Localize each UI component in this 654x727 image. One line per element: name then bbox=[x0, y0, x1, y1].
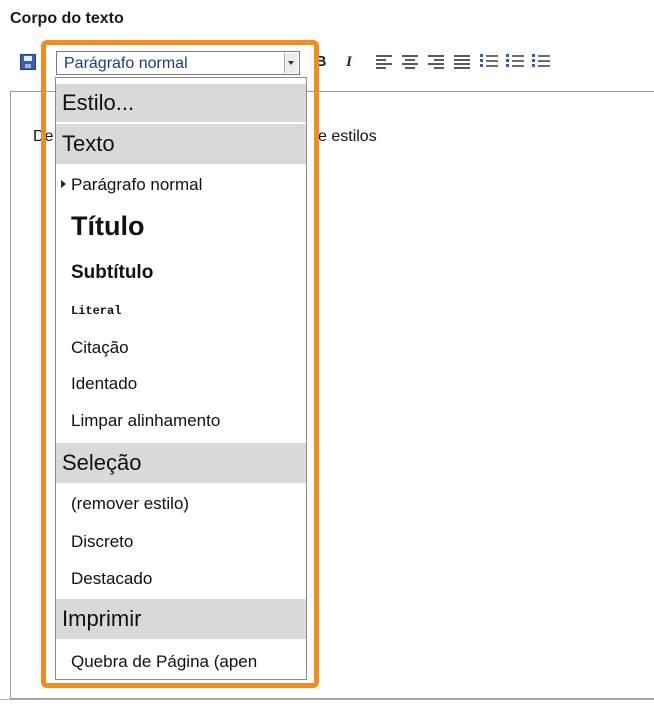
field-label: Corpo do texto bbox=[10, 10, 124, 27]
bulleted-list-icon[interactable] bbox=[480, 54, 498, 69]
align-justify-icon[interactable] bbox=[454, 55, 470, 69]
highlight-frame bbox=[41, 40, 319, 688]
italic-button[interactable]: I bbox=[340, 52, 358, 72]
save-icon[interactable] bbox=[20, 54, 36, 70]
align-right-icon[interactable] bbox=[428, 55, 444, 69]
indent-icon[interactable] bbox=[532, 54, 550, 69]
align-left-icon[interactable] bbox=[376, 55, 392, 69]
numbered-list-icon[interactable] bbox=[506, 54, 524, 69]
bottom-divider bbox=[0, 699, 654, 700]
align-center-icon[interactable] bbox=[402, 55, 418, 69]
editor-text-right: e estilos bbox=[318, 128, 377, 145]
